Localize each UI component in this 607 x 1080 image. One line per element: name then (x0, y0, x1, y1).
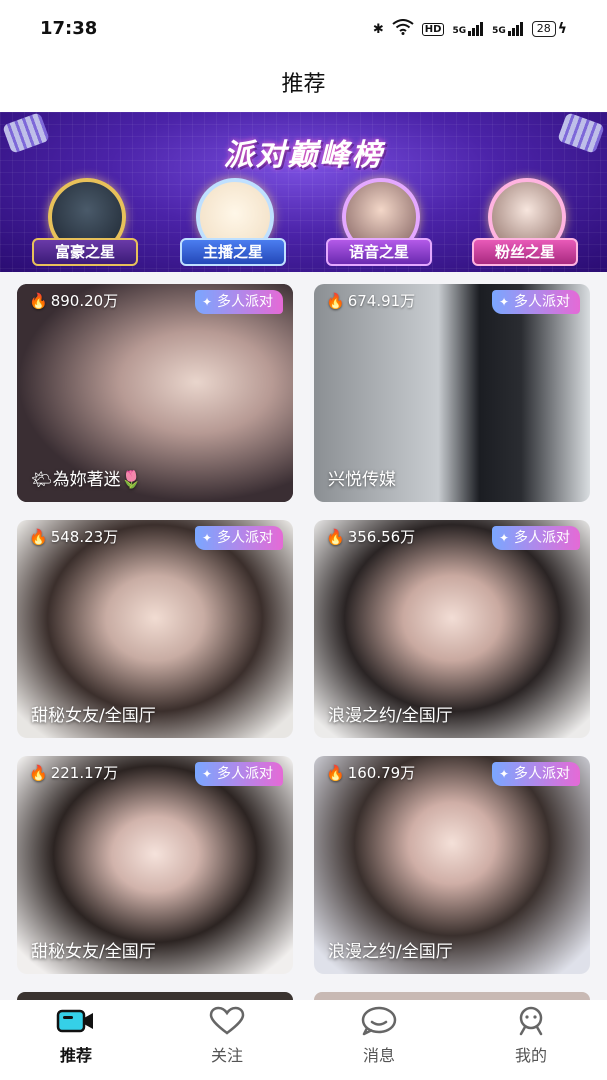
badge-label: 粉丝之星 (472, 238, 578, 266)
party-tag: ✦ 多人派对 (492, 526, 580, 550)
room-heat: 🔥 356.56万 (326, 526, 415, 547)
flame-icon: 🔥 (29, 291, 48, 310)
room-heat-value: 221.17万 (50, 764, 119, 782)
sparkle-icon: ✦ (202, 295, 213, 309)
room-name: 🌤為妳著迷🌷 (31, 470, 142, 490)
tab-follow[interactable]: 关注 (177, 1006, 277, 1066)
room-name: 兴悦传媒 (328, 470, 396, 490)
tab-label: 推荐 (59, 1046, 92, 1065)
banner-title: 派对巅峰榜 (223, 138, 384, 173)
room-heat: 🔥 890.20万 (29, 290, 118, 311)
person-icon (511, 1006, 551, 1040)
badge-label: 富豪之星 (32, 238, 138, 266)
badge-host-star[interactable]: 主播之星 (176, 172, 286, 272)
party-tag-label: 多人派对 (514, 766, 570, 782)
heart-icon (207, 1006, 247, 1040)
party-tag: ✦ 多人派对 (492, 290, 580, 314)
sparkle-icon: ✦ (499, 767, 510, 781)
room-card-partial[interactable] (314, 992, 590, 1000)
status-time: 17:38 (40, 18, 98, 39)
signal-icon-1: 5G (452, 22, 484, 36)
chat-bubble-icon (359, 1006, 399, 1040)
hd-badge: HD (421, 22, 445, 36)
room-card[interactable]: 🔥 548.23万 ✦ 多人派对 甜秘女友/全国厅 (17, 520, 293, 738)
party-tag: ✦ 多人派对 (492, 762, 580, 786)
tab-recommend[interactable]: 推荐 (26, 1006, 126, 1066)
bluetooth-icon: ✱ (372, 21, 384, 37)
room-heat-value: 890.20万 (50, 292, 119, 310)
room-heat-value: 674.91万 (347, 292, 416, 310)
room-name: 甜秘女友/全国厅 (31, 942, 156, 962)
badge-voice-star[interactable]: 语音之星 (322, 172, 432, 272)
tab-profile[interactable]: 我的 (481, 1006, 581, 1066)
flame-icon: 🔥 (29, 763, 48, 782)
party-tag: ✦ 多人派对 (195, 526, 283, 550)
room-heat-value: 548.23万 (50, 528, 119, 546)
status-icons: ✱ HD 5G 5G 28 ϟ (373, 19, 567, 39)
charging-icon: ϟ (557, 21, 567, 37)
room-card[interactable]: 🔥 674.91万 ✦ 多人派对 兴悦传媒 (314, 284, 590, 502)
sparkle-icon: ✦ (202, 531, 213, 545)
battery-level: 28 (531, 21, 556, 37)
room-heat-value: 356.56万 (347, 528, 416, 546)
status-bar: 17:38 ✱ HD 5G 5G 28 ϟ (0, 0, 607, 56)
wifi-icon (392, 19, 414, 39)
party-tag-label: 多人派对 (514, 530, 570, 546)
sparkle-icon: ✦ (202, 767, 213, 781)
room-name: 浪漫之约/全国厅 (328, 942, 453, 962)
badge-label: 主播之星 (180, 238, 286, 266)
room-heat: 🔥 548.23万 (29, 526, 118, 547)
room-heat: 🔥 160.79万 (326, 762, 415, 783)
room-card[interactable]: 🔥 356.56万 ✦ 多人派对 浪漫之约/全国厅 (314, 520, 590, 738)
badge-label: 语音之星 (326, 238, 432, 266)
room-name: 浪漫之约/全国厅 (328, 706, 453, 726)
party-tag-label: 多人派对 (217, 294, 273, 310)
tab-label: 关注 (210, 1046, 243, 1065)
room-card[interactable]: 🔥 160.79万 ✦ 多人派对 浪漫之约/全国厅 (314, 756, 590, 974)
tab-label: 我的 (514, 1046, 547, 1065)
room-heat: 🔥 674.91万 (326, 290, 415, 311)
room-name: 甜秘女友/全国厅 (31, 706, 156, 726)
page-header: 推荐 (0, 56, 607, 112)
party-ranking-banner[interactable]: 派对巅峰榜 富豪之星 主播之星 语音之星 粉丝之星 (0, 112, 607, 272)
party-tag: ✦ 多人派对 (195, 762, 283, 786)
room-card-partial[interactable] (17, 992, 293, 1000)
room-heat: 🔥 221.17万 (29, 762, 118, 783)
video-camera-icon (56, 1009, 96, 1040)
battery-icon: 28 ϟ (531, 21, 567, 37)
signal-label-1: 5G (452, 26, 467, 36)
party-tag-label: 多人派对 (217, 766, 273, 782)
tab-label: 消息 (362, 1046, 395, 1065)
party-tag: ✦ 多人派对 (195, 290, 283, 314)
signal-icon-2: 5G (492, 22, 524, 36)
signal-label-2: 5G (492, 26, 506, 36)
sparkle-icon: ✦ (499, 295, 510, 309)
room-heat-value: 160.79万 (347, 764, 416, 782)
party-tag-label: 多人派对 (217, 530, 273, 546)
bottom-tab-bar: 推荐 关注 消息 我的 (0, 1000, 607, 1080)
tab-messages[interactable]: 消息 (329, 1006, 429, 1066)
badge-fan-star[interactable]: 粉丝之星 (468, 172, 578, 272)
flame-icon: 🔥 (326, 527, 345, 546)
sparkle-icon: ✦ (499, 531, 510, 545)
flame-icon: 🔥 (326, 763, 345, 782)
flame-icon: 🔥 (326, 291, 345, 310)
room-card[interactable]: 🔥 221.17万 ✦ 多人派对 甜秘女友/全国厅 (17, 756, 293, 974)
party-tag-label: 多人派对 (514, 294, 570, 310)
page-title: 推荐 (281, 72, 326, 97)
flame-icon: 🔥 (29, 527, 48, 546)
room-card[interactable]: 🔥 890.20万 ✦ 多人派对 🌤為妳著迷🌷 (17, 284, 293, 502)
badge-rich-star[interactable]: 富豪之星 (28, 172, 138, 272)
